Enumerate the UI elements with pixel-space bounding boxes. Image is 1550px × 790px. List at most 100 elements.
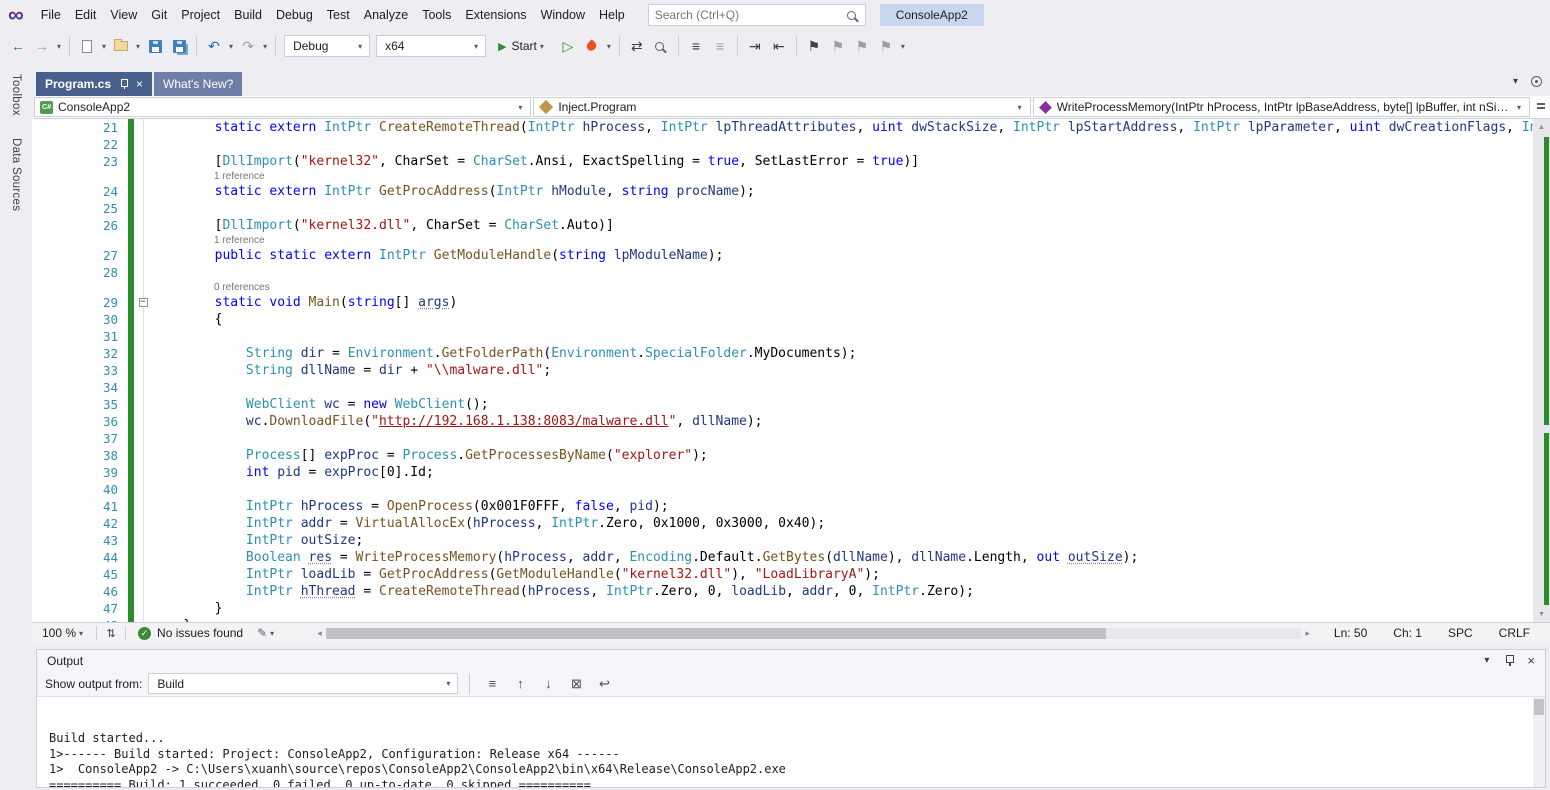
menu-item-project[interactable]: Project bbox=[174, 4, 227, 26]
horizontal-scroll-thumb[interactable] bbox=[326, 628, 1107, 639]
save-all-icon[interactable] bbox=[168, 34, 190, 58]
code-row: 44 Boolean res = WriteProcessMemory(hPro… bbox=[32, 549, 1550, 566]
horizontal-scroll-track[interactable] bbox=[326, 628, 1302, 639]
navigate-forward-icon[interactable]: → bbox=[31, 34, 53, 58]
pin-tab-icon[interactable] bbox=[119, 78, 129, 90]
scroll-up-icon[interactable]: ▲ bbox=[1533, 119, 1550, 135]
output-source-dropdown[interactable]: Build ▾ bbox=[148, 673, 458, 694]
next-message-icon[interactable]: ↓ bbox=[537, 674, 559, 694]
chevron-down-icon: ▾ bbox=[446, 679, 450, 688]
navigate-back-icon[interactable]: ← bbox=[7, 34, 29, 58]
scroll-left-icon[interactable]: ◂ bbox=[313, 628, 326, 639]
code-text bbox=[152, 200, 1550, 217]
menu-item-debug[interactable]: Debug bbox=[269, 4, 320, 26]
code-text: wc.DownloadFile("http://192.168.1.138:80… bbox=[152, 413, 1550, 430]
menu-item-git[interactable]: Git bbox=[144, 4, 174, 26]
menu-item-extensions[interactable]: Extensions bbox=[458, 4, 533, 26]
close-tab-icon[interactable]: × bbox=[136, 77, 143, 91]
output-scroll-thumb[interactable] bbox=[1534, 699, 1544, 715]
solution-explorer-sync-icon[interactable]: ⇄ bbox=[626, 34, 648, 58]
menu-item-analyze[interactable]: Analyze bbox=[357, 4, 415, 26]
bookmark-next-icon[interactable]: ⚑ bbox=[851, 34, 873, 58]
outdent-icon[interactable]: ⇤ bbox=[768, 34, 790, 58]
output-scrollbar[interactable] bbox=[1533, 697, 1545, 787]
find-in-files-icon[interactable] bbox=[650, 34, 672, 58]
scroll-down-icon[interactable]: ▼ bbox=[1533, 606, 1550, 622]
word-wrap-icon[interactable]: ↩ bbox=[593, 674, 615, 694]
code-editor[interactable]: 21 static extern IntPtr CreateRemoteThre… bbox=[32, 119, 1550, 622]
search-input[interactable] bbox=[655, 8, 847, 22]
side-tab-toolbox[interactable]: Toolbox bbox=[10, 74, 22, 116]
document-health-indicator[interactable]: ✓ No issues found bbox=[130, 626, 251, 640]
redo-icon[interactable]: ↷ bbox=[237, 34, 259, 58]
tab-whats-new[interactable]: What's New? bbox=[154, 72, 242, 96]
start-debugging-button[interactable]: ▶ Start ▾ bbox=[491, 34, 554, 58]
redo-dropdown-icon[interactable]: ▾ bbox=[263, 42, 267, 51]
active-files-dropdown-icon[interactable]: ▾ bbox=[1513, 76, 1518, 87]
undo-icon[interactable]: ↶ bbox=[203, 34, 225, 58]
bookmark-toggle-icon[interactable]: ⚑ bbox=[803, 34, 825, 58]
new-file-dropdown-icon[interactable]: ▾ bbox=[102, 42, 106, 51]
close-panel-icon[interactable]: × bbox=[1527, 653, 1535, 668]
indent-icon[interactable]: ⇥ bbox=[744, 34, 766, 58]
fold-collapse-icon[interactable]: − bbox=[139, 298, 148, 307]
navigate-dropdown-icon[interactable]: ▾ bbox=[57, 42, 61, 51]
pin-panel-icon[interactable] bbox=[1504, 654, 1515, 667]
editor-horizontal-scrollbar[interactable]: ◂ ▸ bbox=[313, 628, 1314, 639]
open-file-dropdown-icon[interactable]: ▾ bbox=[136, 42, 140, 51]
code-row: 30 { bbox=[32, 311, 1550, 328]
menu-item-build[interactable]: Build bbox=[227, 4, 269, 26]
output-log[interactable]: Build started...1>------ Build started: … bbox=[37, 697, 1545, 787]
side-tab-data-sources[interactable]: Data Sources bbox=[10, 138, 22, 211]
clear-all-icon[interactable]: ⊠ bbox=[565, 674, 587, 694]
prev-message-icon[interactable]: ↑ bbox=[509, 674, 531, 694]
solution-configuration-dropdown[interactable]: Debug ▾ bbox=[284, 35, 370, 57]
menu-item-file[interactable]: File bbox=[34, 4, 68, 26]
menu-item-test[interactable]: Test bbox=[320, 4, 357, 26]
hot-reload-icon[interactable] bbox=[581, 34, 603, 58]
goto-message-icon[interactable]: ≡ bbox=[481, 674, 503, 694]
codelens-text[interactable]: 1 reference bbox=[152, 234, 1550, 247]
outline-margin bbox=[134, 464, 152, 481]
project-dropdown[interactable]: C# ConsoleApp2 ▾ bbox=[34, 97, 531, 117]
scroll-right-icon[interactable]: ▸ bbox=[1301, 628, 1314, 639]
codelens-text[interactable]: 0 references bbox=[152, 281, 1550, 294]
document-well-options-icon[interactable] bbox=[1531, 76, 1542, 87]
code-cleanup-button[interactable]: ✎ ▾ bbox=[251, 626, 283, 640]
tab-program-cs[interactable]: Program.cs × bbox=[36, 72, 152, 96]
line-number: 37 bbox=[32, 430, 128, 447]
bookmark-clear-icon[interactable]: ⚑ bbox=[875, 34, 897, 58]
output-line: ========== Build: 1 succeeded, 0 failed,… bbox=[49, 778, 1545, 788]
window-position-icon[interactable]: ▾ bbox=[1484, 655, 1489, 666]
split-window-button[interactable] bbox=[1534, 98, 1548, 116]
undo-dropdown-icon[interactable]: ▾ bbox=[229, 42, 233, 51]
type-dropdown[interactable]: Inject.Program ▾ bbox=[533, 97, 1030, 117]
caret-position-cluster: Ln: 50 Ch: 1 SPC CRLF bbox=[1334, 626, 1530, 640]
line-comment-icon[interactable]: ≡ bbox=[685, 34, 707, 58]
output-panel-header[interactable]: Output ▾ × bbox=[37, 650, 1545, 671]
bookmark-previous-icon[interactable]: ⚑ bbox=[827, 34, 849, 58]
editor-vertical-scrollbar[interactable]: ▲ ▼ bbox=[1533, 119, 1550, 622]
codelens-text[interactable]: 1 reference bbox=[152, 170, 1550, 183]
save-icon[interactable] bbox=[144, 34, 166, 58]
toolbar-separator bbox=[469, 674, 470, 694]
code-text: IntPtr outSize; bbox=[152, 532, 1550, 549]
menu-item-help[interactable]: Help bbox=[592, 4, 632, 26]
new-file-icon[interactable] bbox=[76, 34, 98, 58]
zoom-control[interactable]: 100 % ▾ bbox=[36, 623, 92, 643]
menu-item-window[interactable]: Window bbox=[534, 4, 592, 26]
hot-reload-dropdown-icon[interactable]: ▾ bbox=[607, 42, 611, 51]
open-file-icon[interactable] bbox=[110, 34, 132, 58]
member-dropdown[interactable]: WriteProcessMemory(IntPtr hProcess, IntP… bbox=[1033, 97, 1530, 117]
line-uncomment-icon[interactable]: ≡ bbox=[709, 34, 731, 58]
code-text: static extern IntPtr CreateRemoteThread(… bbox=[152, 119, 1550, 136]
outline-margin bbox=[134, 264, 152, 281]
pan-scroll-icon[interactable]: ⇅ bbox=[102, 624, 120, 642]
quick-search[interactable] bbox=[648, 4, 866, 26]
bookmark-dropdown-icon[interactable]: ▾ bbox=[901, 42, 905, 51]
menu-item-edit[interactable]: Edit bbox=[68, 4, 104, 26]
menu-item-view[interactable]: View bbox=[103, 4, 144, 26]
start-without-debugging-icon[interactable]: ▷ bbox=[557, 34, 579, 58]
solution-platform-dropdown[interactable]: x64 ▾ bbox=[376, 35, 486, 57]
menu-item-tools[interactable]: Tools bbox=[415, 4, 458, 26]
